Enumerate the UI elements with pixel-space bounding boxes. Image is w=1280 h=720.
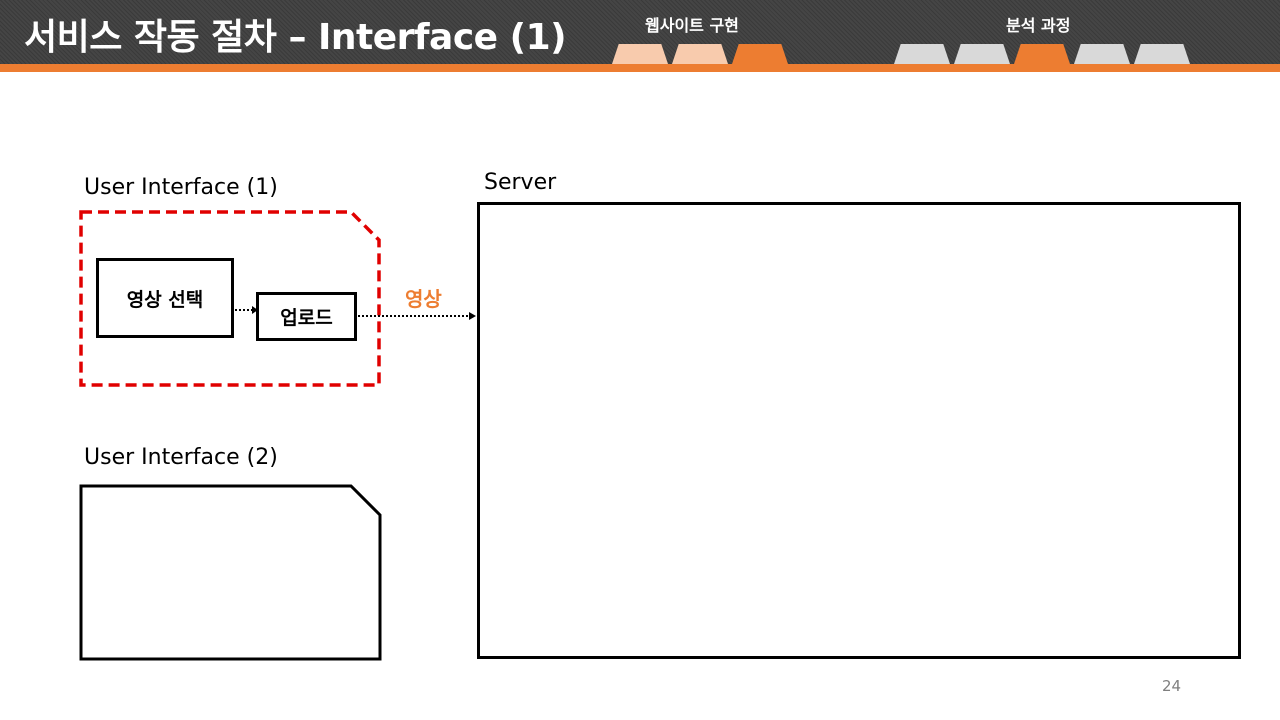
upload-box[interactable]: 업로드 (256, 292, 357, 341)
select-video-box[interactable]: 영상 선택 (96, 258, 234, 338)
video-flow-label: 영상 (405, 287, 442, 311)
page-number: 24 (1162, 677, 1182, 695)
diagram-shapes (79, 202, 1241, 661)
ui2-frame (79, 484, 382, 661)
arrowhead-upload-to-server (469, 312, 476, 320)
server-frame (477, 202, 1241, 659)
